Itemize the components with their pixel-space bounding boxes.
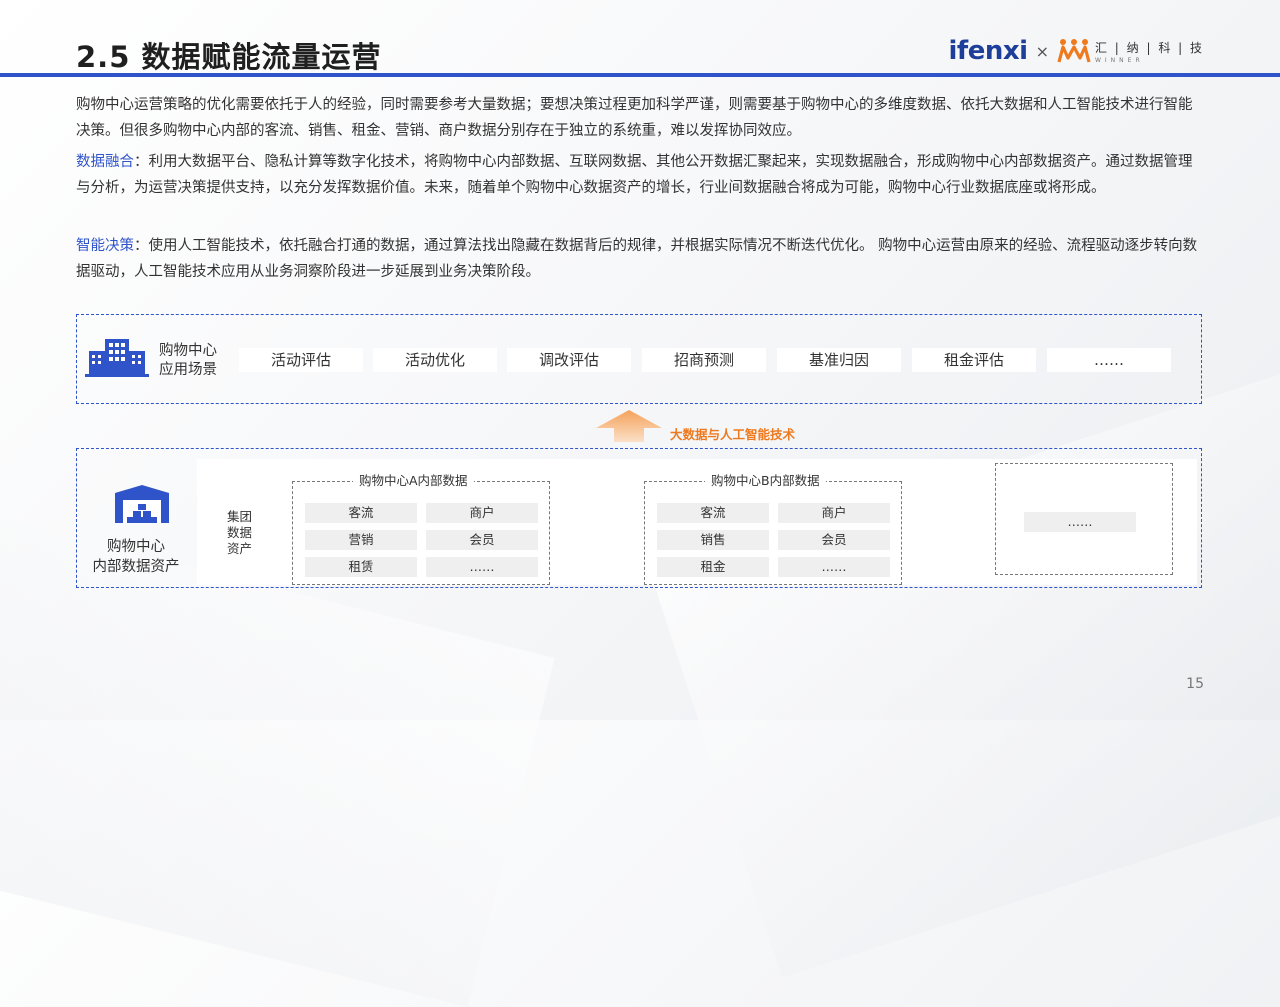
smart-decision-paragraph: 智能决策：使用人工智能技术，依托融合打通的数据，通过算法找出隐藏在数据背后的规律… — [76, 238, 1198, 280]
data-cell: 商户 — [778, 503, 890, 523]
warehouse-icon — [115, 485, 169, 523]
more-malls-box: …… — [995, 463, 1173, 575]
scene-chip: 基准归因 — [777, 348, 901, 372]
winner-logo-icon — [1057, 39, 1091, 63]
data-cell: …… — [426, 557, 538, 577]
scene-chip: 租金评估 — [912, 348, 1036, 372]
asset-label: 购物中心 内部数据资产 — [92, 539, 180, 575]
mall-a-data-box: 购物中心A内部数据 客流 商户 营销 会员 租赁 …… — [292, 473, 550, 585]
data-cell: 营销 — [305, 530, 417, 550]
scene-chip: …… — [1047, 348, 1171, 372]
data-cell: …… — [1024, 512, 1136, 532]
intro-paragraph: 购物中心运营策略的优化需要依托于人的经验，同时需要参考大量数据；要想决策过程更加… — [76, 97, 1193, 139]
logo-times-sign: × — [1035, 41, 1049, 61]
data-fusion-paragraph: 数据融合：利用大数据平台、隐私计算等数字化技术，将购物中心内部数据、互联网数据、… — [76, 154, 1193, 196]
title-underline — [0, 73, 1280, 77]
data-fusion-keyword: 数据融合 — [76, 154, 134, 170]
page-title: 2.5 数据赋能流量运营 — [76, 40, 382, 74]
up-arrow-icon — [596, 410, 662, 442]
data-cell: 客流 — [657, 503, 769, 523]
group-data-area: 集团 数据 资产 购物中心A内部数据 客流 商户 营销 会员 租赁 …… 购物中… — [197, 459, 1197, 585]
mall-b-title: 购物中心B内部数据 — [705, 473, 826, 489]
data-cell: 租金 — [657, 557, 769, 577]
mall-a-title: 购物中心A内部数据 — [353, 473, 474, 489]
scene-chip: 活动评估 — [239, 348, 363, 372]
data-cell: 商户 — [426, 503, 538, 523]
winner-wordmark: 汇 | 纳 | 科 | 技 WINNER — [1094, 40, 1204, 64]
brand-logos: ifenxi × 汇 | 纳 | 科 | 技 WINNER — [949, 36, 1205, 66]
application-scenes-panel: 购物中心 应用场景 活动评估 活动优化 调改评估 招商预测 基准归因 租金评估 … — [76, 314, 1202, 404]
data-cell: 客流 — [305, 503, 417, 523]
scene-chip: 调改评估 — [507, 348, 631, 372]
data-cell: 租赁 — [305, 557, 417, 577]
scene-chip: 招商预测 — [642, 348, 766, 372]
data-cell: 会员 — [778, 530, 890, 550]
arrow-label: 大数据与人工智能技术 — [670, 427, 796, 442]
internal-data-assets-panel: 购物中心 内部数据资产 集团 数据 资产 购物中心A内部数据 客流 商户 营销 … — [76, 448, 1202, 588]
group-data-label: 集团 数据 资产 — [227, 509, 253, 556]
city-buildings-icon — [85, 339, 149, 377]
data-cell: 会员 — [426, 530, 538, 550]
data-cell: 销售 — [657, 530, 769, 550]
page-number: 15 — [1186, 676, 1204, 692]
scene-label: 购物中心 应用场景 — [159, 343, 217, 378]
smart-decision-keyword: 智能决策 — [76, 238, 134, 254]
data-cell: …… — [778, 557, 890, 577]
scene-chip: 活动优化 — [373, 348, 497, 372]
ifenxi-logo: ifenxi — [948, 36, 1029, 66]
mall-b-data-box: 购物中心B内部数据 客流 商户 销售 会员 租金 …… — [644, 473, 902, 585]
